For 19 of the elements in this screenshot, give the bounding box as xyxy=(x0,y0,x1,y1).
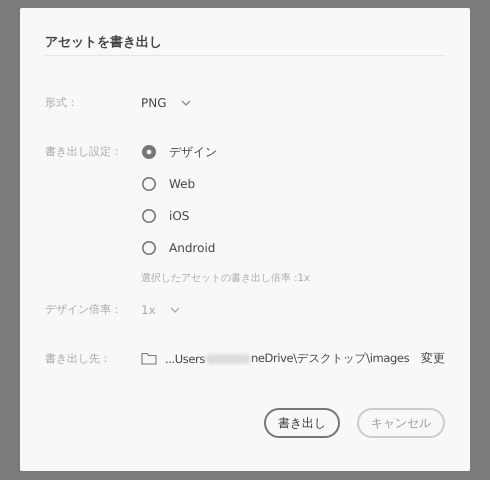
field-label: 書き出し設定： xyxy=(45,144,123,160)
radio-option[interactable]: iOS xyxy=(141,208,310,224)
radio-option[interactable]: デザイン xyxy=(141,144,310,160)
field-label: 形式： xyxy=(45,95,79,111)
dialog-title: アセットを書き出し xyxy=(45,34,163,52)
chevron-icon xyxy=(170,307,180,313)
field-label: 書き出し先： xyxy=(45,350,112,366)
change-link[interactable]: 変更 xyxy=(421,350,445,367)
path-text: neDrive\デスクトップ\images xyxy=(250,351,410,366)
scale-note: 選択したアセットの書き出し倍率 :1x xyxy=(141,272,310,286)
folder-icon xyxy=(141,352,157,365)
export-button[interactable]: 書き出し xyxy=(264,408,340,438)
format-dropdown[interactable]: PNG xyxy=(141,95,191,111)
redaction-blur xyxy=(204,354,251,364)
path-text: ...Users xyxy=(165,352,205,366)
radio-option[interactable]: Web xyxy=(141,176,310,192)
radio-option[interactable]: Android xyxy=(141,240,310,256)
chevron-icon xyxy=(180,100,191,106)
field-label: デザイン倍率： xyxy=(45,302,123,318)
